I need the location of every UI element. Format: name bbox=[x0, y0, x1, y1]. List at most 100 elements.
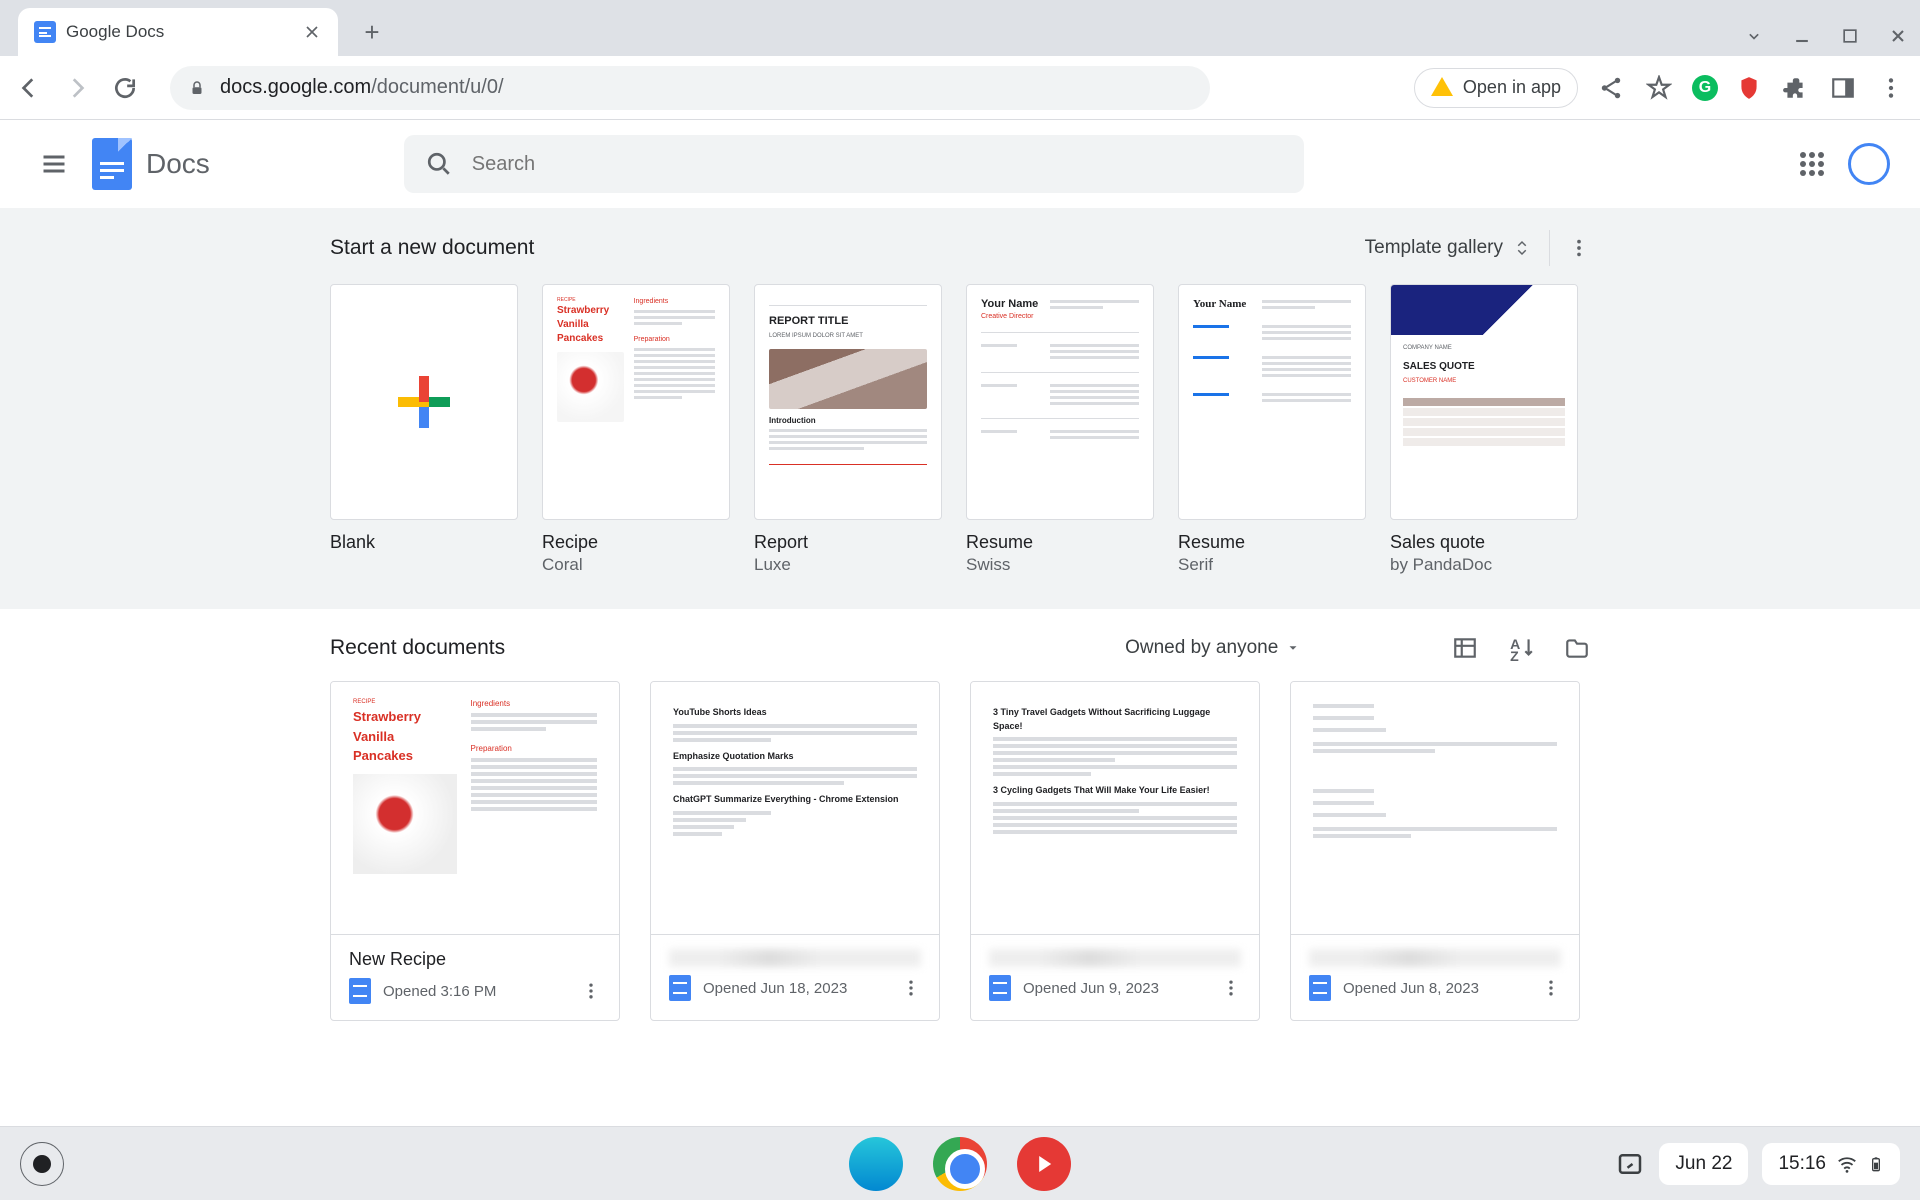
screenshot-tool-icon[interactable] bbox=[1615, 1149, 1645, 1179]
svg-text:Z: Z bbox=[1510, 648, 1519, 661]
search-input[interactable] bbox=[472, 153, 1282, 176]
template-name: Recipe bbox=[542, 532, 730, 553]
drive-icon bbox=[1431, 77, 1453, 99]
template-resume-serif[interactable]: Your Name Resume Serif bbox=[1178, 284, 1366, 575]
template-gallery-label: Template gallery bbox=[1365, 237, 1503, 259]
extensions-button[interactable] bbox=[1780, 73, 1810, 103]
template-subtitle: Serif bbox=[1178, 555, 1366, 575]
template-name: Report bbox=[754, 532, 942, 553]
templates-more-button[interactable] bbox=[1568, 237, 1590, 259]
dropdown-icon bbox=[1286, 641, 1300, 655]
template-gallery-button[interactable]: Template gallery bbox=[1365, 236, 1531, 260]
minimize-button[interactable] bbox=[1792, 26, 1812, 46]
search-icon bbox=[426, 151, 452, 177]
address-bar[interactable]: docs.google.com/document/u/0/ bbox=[170, 66, 1210, 110]
bookmark-button[interactable] bbox=[1644, 73, 1674, 103]
document-more-button[interactable] bbox=[581, 981, 601, 1001]
plus-icon bbox=[398, 376, 450, 428]
open-in-app-button[interactable]: Open in app bbox=[1414, 68, 1578, 108]
files-app-icon[interactable] bbox=[849, 1137, 903, 1191]
open-in-app-label: Open in app bbox=[1463, 77, 1561, 98]
time-label: 15:16 bbox=[1778, 1153, 1826, 1175]
divider bbox=[1549, 230, 1550, 266]
template-subtitle: Coral bbox=[542, 555, 730, 575]
template-blank[interactable]: Blank bbox=[330, 284, 518, 575]
tab-title: Google Docs bbox=[66, 22, 292, 42]
reload-button[interactable] bbox=[110, 73, 140, 103]
wifi-icon bbox=[1836, 1153, 1858, 1175]
os-taskbar: Jun 22 15:16 bbox=[0, 1126, 1920, 1200]
chrome-app-icon[interactable] bbox=[933, 1137, 987, 1191]
document-opened: Opened Jun 9, 2023 bbox=[1023, 980, 1209, 997]
open-file-picker-button[interactable] bbox=[1564, 635, 1590, 661]
close-tab-button[interactable] bbox=[302, 22, 322, 42]
youtube-music-app-icon[interactable] bbox=[1017, 1137, 1071, 1191]
docs-file-icon bbox=[669, 975, 691, 1001]
browser-tab[interactable]: Google Docs bbox=[18, 8, 338, 56]
owner-filter-dropdown[interactable]: Owned by anyone bbox=[1125, 637, 1300, 659]
back-button[interactable] bbox=[14, 73, 44, 103]
document-more-button[interactable] bbox=[1221, 978, 1241, 998]
template-subtitle: Swiss bbox=[966, 555, 1154, 575]
template-subtitle: by PandaDoc bbox=[1390, 555, 1578, 575]
document-opened: Opened Jun 18, 2023 bbox=[703, 980, 889, 997]
share-button[interactable] bbox=[1596, 73, 1626, 103]
maximize-button[interactable] bbox=[1840, 26, 1860, 46]
lock-icon bbox=[188, 79, 206, 97]
sort-button[interactable]: AZ bbox=[1508, 635, 1534, 661]
url-text: docs.google.com/document/u/0/ bbox=[220, 76, 504, 99]
launcher-button[interactable] bbox=[20, 1142, 64, 1186]
date-pill[interactable]: Jun 22 bbox=[1659, 1143, 1748, 1185]
app-title: Docs bbox=[146, 148, 210, 180]
grammarly-extension-icon[interactable]: G bbox=[1692, 75, 1718, 101]
document-opened: Opened 3:16 PM bbox=[383, 983, 569, 1000]
template-report[interactable]: REPORT TITLE LOREM IPSUM DOLOR SIT AMET … bbox=[754, 284, 942, 575]
template-name: Resume bbox=[966, 532, 1154, 553]
document-opened: Opened Jun 8, 2023 bbox=[1343, 980, 1529, 997]
template-resume-swiss[interactable]: Your NameCreative Director Resume Swiss bbox=[966, 284, 1154, 575]
document-card[interactable]: YouTube Shorts Ideas Emphasize Quotation… bbox=[650, 681, 940, 1021]
docs-logo-icon[interactable] bbox=[92, 138, 132, 190]
template-recipe[interactable]: RECIPEStrawberry Vanilla Pancakes Ingred… bbox=[542, 284, 730, 575]
side-panel-button[interactable] bbox=[1828, 73, 1858, 103]
new-tab-button[interactable]: + bbox=[352, 12, 392, 52]
account-avatar[interactable] bbox=[1848, 143, 1890, 185]
docs-file-icon bbox=[989, 975, 1011, 1001]
close-window-button[interactable] bbox=[1888, 26, 1908, 46]
browser-toolbar: docs.google.com/document/u/0/ Open in ap… bbox=[0, 56, 1920, 120]
status-tray[interactable]: 15:16 bbox=[1762, 1143, 1900, 1185]
docs-header: Docs bbox=[0, 120, 1920, 208]
document-name bbox=[669, 949, 921, 967]
docs-favicon-icon bbox=[34, 21, 56, 43]
template-name: Resume bbox=[1178, 532, 1366, 553]
document-card[interactable]: Opened Jun 8, 2023 bbox=[1290, 681, 1580, 1021]
recent-section: Recent documents Owned by anyone AZ RECI… bbox=[0, 609, 1920, 1047]
recent-heading: Recent documents bbox=[330, 636, 505, 660]
document-more-button[interactable] bbox=[1541, 978, 1561, 998]
document-card[interactable]: RECIPEStrawberry Vanilla Pancakes Ingred… bbox=[330, 681, 620, 1021]
docs-file-icon bbox=[1309, 975, 1331, 1001]
browser-tab-bar: Google Docs + bbox=[0, 0, 1920, 56]
brave-extension-icon[interactable] bbox=[1736, 75, 1762, 101]
docs-file-icon bbox=[349, 978, 371, 1004]
template-sales-quote[interactable]: COMPANY NAME SALES QUOTE CUSTOMER NAME S… bbox=[1390, 284, 1578, 575]
tabs-dropdown-button[interactable] bbox=[1744, 26, 1764, 46]
main-menu-button[interactable] bbox=[30, 140, 78, 188]
docs-search[interactable] bbox=[404, 135, 1304, 193]
template-subtitle: Luxe bbox=[754, 555, 942, 575]
template-name: Sales quote bbox=[1390, 532, 1578, 553]
document-card[interactable]: 3 Tiny Travel Gadgets Without Sacrificin… bbox=[970, 681, 1260, 1021]
templates-heading: Start a new document bbox=[330, 236, 534, 260]
templates-section: Start a new document Template gallery bbox=[0, 208, 1920, 609]
document-name bbox=[1309, 949, 1561, 967]
chrome-menu-button[interactable] bbox=[1876, 73, 1906, 103]
template-name: Blank bbox=[330, 532, 518, 553]
battery-icon bbox=[1868, 1153, 1884, 1175]
google-apps-button[interactable] bbox=[1800, 152, 1824, 176]
forward-button[interactable] bbox=[62, 73, 92, 103]
document-more-button[interactable] bbox=[901, 978, 921, 998]
document-name: New Recipe bbox=[349, 949, 601, 970]
list-view-button[interactable] bbox=[1452, 635, 1478, 661]
owner-filter-label: Owned by anyone bbox=[1125, 637, 1278, 659]
document-name bbox=[989, 949, 1241, 967]
